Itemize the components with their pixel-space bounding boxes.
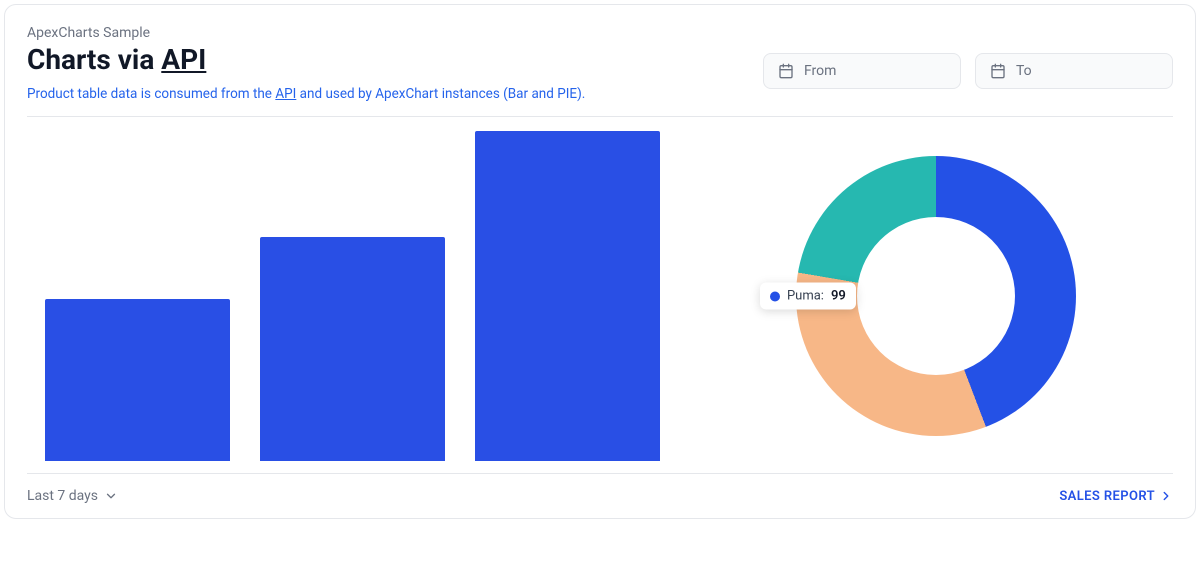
card-subtitle: ApexCharts Sample bbox=[27, 25, 585, 41]
desc-api-link[interactable]: API bbox=[275, 86, 296, 102]
range-label: Last 7 days bbox=[27, 488, 98, 504]
sales-report-link[interactable]: SALES REPORT bbox=[1059, 489, 1173, 504]
donut-hole bbox=[857, 217, 1015, 375]
bar[interactable] bbox=[475, 131, 660, 461]
bar[interactable] bbox=[45, 299, 230, 461]
date-from-input[interactable]: From bbox=[763, 53, 961, 89]
sales-report-label: SALES REPORT bbox=[1059, 489, 1155, 504]
charts-container: Puma: 99 bbox=[27, 131, 1173, 473]
donut-chart-container: Puma: 99 bbox=[700, 131, 1173, 461]
divider bbox=[27, 473, 1173, 474]
calendar-icon bbox=[778, 63, 794, 79]
desc-post: and used by ApexChart instances (Bar and… bbox=[296, 86, 585, 102]
titles-block: ApexCharts Sample Charts via API Product… bbox=[27, 25, 585, 116]
chevron-right-icon bbox=[1159, 489, 1173, 503]
divider bbox=[27, 116, 1173, 117]
chevron-down-icon bbox=[104, 489, 118, 503]
desc-pre: Product table data is consumed from the bbox=[27, 86, 275, 102]
date-to-input[interactable]: To bbox=[975, 53, 1173, 89]
date-to-placeholder: To bbox=[1016, 63, 1032, 79]
tooltip-value: 99 bbox=[831, 289, 846, 304]
tooltip-color-dot bbox=[770, 291, 780, 301]
bar[interactable] bbox=[260, 237, 445, 461]
date-range-controls: From To bbox=[763, 53, 1173, 89]
calendar-icon bbox=[990, 63, 1006, 79]
chart-tooltip: Puma: 99 bbox=[760, 283, 856, 310]
time-range-select[interactable]: Last 7 days bbox=[27, 488, 118, 504]
title-prefix: Charts via bbox=[27, 43, 161, 76]
card-header: ApexCharts Sample Charts via API Product… bbox=[27, 25, 1173, 116]
title-api-link[interactable]: API bbox=[161, 43, 206, 76]
page-title: Charts via API bbox=[27, 43, 585, 76]
card-description: Product table data is consumed from the … bbox=[27, 86, 585, 102]
bar-chart bbox=[27, 131, 670, 461]
card-footer: Last 7 days SALES REPORT bbox=[27, 488, 1173, 504]
chart-card: ApexCharts Sample Charts via API Product… bbox=[4, 4, 1196, 519]
tooltip-label: Puma: bbox=[787, 289, 824, 304]
date-from-placeholder: From bbox=[804, 63, 836, 79]
